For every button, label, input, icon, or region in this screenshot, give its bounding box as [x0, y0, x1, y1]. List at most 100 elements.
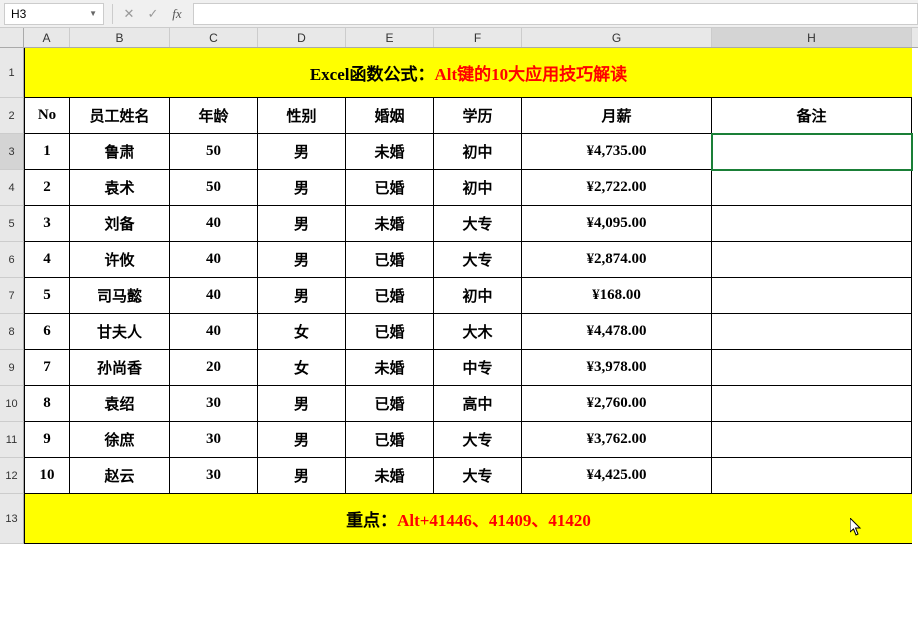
cell-salary[interactable]: ¥4,735.00: [522, 134, 712, 170]
fx-icon[interactable]: fx: [165, 6, 189, 22]
cell-marriage[interactable]: 已婚: [346, 242, 434, 278]
cell-age[interactable]: 40: [170, 242, 258, 278]
cell-no[interactable]: 7: [24, 350, 70, 386]
cell-no[interactable]: 5: [24, 278, 70, 314]
hdr-name[interactable]: 员工姓名: [70, 98, 170, 134]
select-all-corner[interactable]: [0, 28, 24, 47]
cell-no[interactable]: 9: [24, 422, 70, 458]
cell-remark[interactable]: [712, 350, 912, 386]
cell-remark[interactable]: [712, 386, 912, 422]
formula-input[interactable]: [193, 3, 918, 25]
hdr-no[interactable]: No: [24, 98, 70, 134]
cell-name[interactable]: 鲁肃: [70, 134, 170, 170]
cell-remark[interactable]: [712, 170, 912, 206]
cell-gender[interactable]: 男: [258, 242, 346, 278]
cell-gender[interactable]: 男: [258, 134, 346, 170]
cell-gender[interactable]: 男: [258, 206, 346, 242]
cell-no[interactable]: 3: [24, 206, 70, 242]
cell-salary[interactable]: ¥2,760.00: [522, 386, 712, 422]
cell-marriage[interactable]: 已婚: [346, 278, 434, 314]
confirm-icon[interactable]: ✓: [141, 6, 165, 22]
col-header-d[interactable]: D: [258, 28, 346, 47]
hdr-education[interactable]: 学历: [434, 98, 522, 134]
cell-gender[interactable]: 女: [258, 350, 346, 386]
col-header-f[interactable]: F: [434, 28, 522, 47]
cell-age[interactable]: 50: [170, 134, 258, 170]
cell-marriage[interactable]: 已婚: [346, 386, 434, 422]
cell-no[interactable]: 1: [24, 134, 70, 170]
title-cell[interactable]: Excel函数公式：Alt键的10大应用技巧解读: [24, 48, 912, 98]
cell-education[interactable]: 初中: [434, 134, 522, 170]
cell-gender[interactable]: 男: [258, 386, 346, 422]
col-header-a[interactable]: A: [24, 28, 70, 47]
row-header-10[interactable]: 10: [0, 386, 24, 422]
cell-marriage[interactable]: 已婚: [346, 422, 434, 458]
cell-marriage[interactable]: 未婚: [346, 206, 434, 242]
col-header-e[interactable]: E: [346, 28, 434, 47]
row-header-2[interactable]: 2: [0, 98, 24, 134]
col-header-g[interactable]: G: [522, 28, 712, 47]
cell-education[interactable]: 初中: [434, 170, 522, 206]
cell-gender[interactable]: 男: [258, 422, 346, 458]
cell-salary[interactable]: ¥168.00: [522, 278, 712, 314]
cell-marriage[interactable]: 已婚: [346, 314, 434, 350]
cell-remark[interactable]: [712, 314, 912, 350]
cell-name[interactable]: 许攸: [70, 242, 170, 278]
name-box-dropdown-icon[interactable]: ▼: [89, 9, 97, 18]
cell-age[interactable]: 40: [170, 314, 258, 350]
cell-no[interactable]: 4: [24, 242, 70, 278]
cell-education[interactable]: 初中: [434, 278, 522, 314]
cell-no[interactable]: 2: [24, 170, 70, 206]
cell-age[interactable]: 30: [170, 422, 258, 458]
row-header-7[interactable]: 7: [0, 278, 24, 314]
hdr-remark[interactable]: 备注: [712, 98, 912, 134]
cell-name[interactable]: 袁绍: [70, 386, 170, 422]
cell-remark[interactable]: [712, 422, 912, 458]
footer-cell[interactable]: 重点：Alt+41446、41409、41420: [24, 494, 912, 544]
cell-name[interactable]: 司马懿: [70, 278, 170, 314]
cell-education[interactable]: 大专: [434, 458, 522, 494]
cancel-icon[interactable]: ✕: [117, 6, 141, 22]
cell-name[interactable]: 甘夫人: [70, 314, 170, 350]
row-header-9[interactable]: 9: [0, 350, 24, 386]
cell-salary[interactable]: ¥4,425.00: [522, 458, 712, 494]
row-header-12[interactable]: 12: [0, 458, 24, 494]
row-header-6[interactable]: 6: [0, 242, 24, 278]
cell-salary[interactable]: ¥3,978.00: [522, 350, 712, 386]
cell-remark[interactable]: [712, 458, 912, 494]
row-header-11[interactable]: 11: [0, 422, 24, 458]
cell-age[interactable]: 30: [170, 386, 258, 422]
cell-education[interactable]: 高中: [434, 386, 522, 422]
cell-age[interactable]: 40: [170, 206, 258, 242]
cell-salary[interactable]: ¥4,095.00: [522, 206, 712, 242]
cell-remark[interactable]: [712, 134, 912, 170]
col-header-b[interactable]: B: [70, 28, 170, 47]
col-header-c[interactable]: C: [170, 28, 258, 47]
cell-education[interactable]: 中专: [434, 350, 522, 386]
cell-gender[interactable]: 女: [258, 314, 346, 350]
cell-education[interactable]: 大专: [434, 422, 522, 458]
cell-remark[interactable]: [712, 242, 912, 278]
row-header-3[interactable]: 3: [0, 134, 24, 170]
cell-name[interactable]: 赵云: [70, 458, 170, 494]
cell-gender[interactable]: 男: [258, 278, 346, 314]
cell-age[interactable]: 50: [170, 170, 258, 206]
cell-marriage[interactable]: 已婚: [346, 170, 434, 206]
cell-marriage[interactable]: 未婚: [346, 350, 434, 386]
cell-education[interactable]: 大专: [434, 242, 522, 278]
row-header-4[interactable]: 4: [0, 170, 24, 206]
cell-age[interactable]: 20: [170, 350, 258, 386]
cell-age[interactable]: 40: [170, 278, 258, 314]
row-header-8[interactable]: 8: [0, 314, 24, 350]
hdr-marriage[interactable]: 婚姻: [346, 98, 434, 134]
cell-marriage[interactable]: 未婚: [346, 134, 434, 170]
row-header-1[interactable]: 1: [0, 48, 24, 98]
cell-salary[interactable]: ¥2,722.00: [522, 170, 712, 206]
cell-gender[interactable]: 男: [258, 458, 346, 494]
cell-no[interactable]: 6: [24, 314, 70, 350]
cell-salary[interactable]: ¥4,478.00: [522, 314, 712, 350]
cell-no[interactable]: 10: [24, 458, 70, 494]
cell-name[interactable]: 袁术: [70, 170, 170, 206]
cell-no[interactable]: 8: [24, 386, 70, 422]
cell-name[interactable]: 刘备: [70, 206, 170, 242]
